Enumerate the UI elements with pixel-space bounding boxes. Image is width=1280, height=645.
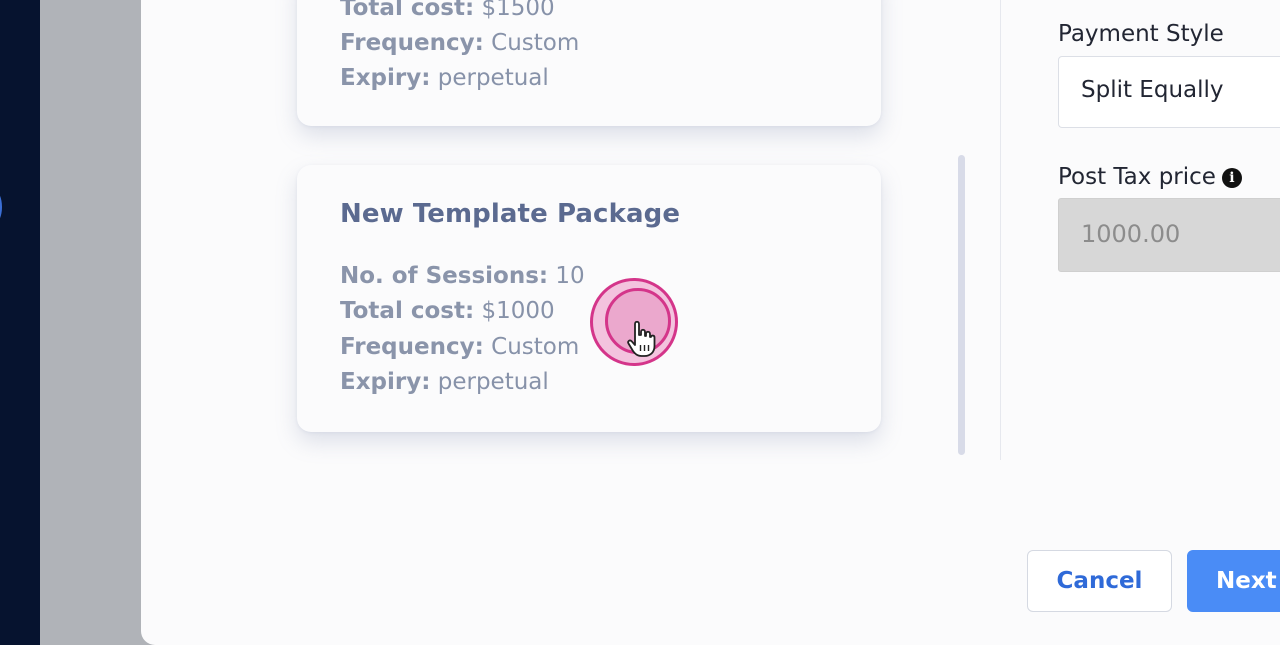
payment-style-select[interactable]: Split Equally — [1058, 56, 1280, 128]
package-card[interactable]: Total cost: $1500 Frequency: Custom Expi… — [297, 0, 881, 126]
post-tax-price-input: 1000.00 — [1058, 198, 1280, 272]
app-sidebar — [0, 0, 40, 645]
payment-style-label: Payment Style — [1058, 21, 1224, 47]
post-tax-price-value: 1000.00 — [1081, 220, 1181, 248]
package-frequency: Frequency: Custom — [340, 30, 580, 56]
column-divider — [1000, 0, 1001, 460]
next-button[interactable]: Next — [1187, 550, 1280, 612]
post-tax-price-label: Post Tax price i — [1058, 164, 1242, 190]
package-expiry: Expiry: perpetual — [340, 369, 549, 395]
package-list-scrollbar[interactable] — [958, 155, 965, 455]
package-total-cost: Total cost: $1500 — [340, 0, 555, 21]
package-expiry: Expiry: perpetual — [340, 65, 549, 91]
package-card-new-template[interactable]: New Template Package No. of Sessions: 10… — [297, 165, 881, 432]
package-total-cost: Total cost: $1000 — [340, 298, 555, 324]
cancel-button[interactable]: Cancel — [1027, 550, 1172, 612]
package-frequency: Frequency: Custom — [340, 334, 580, 360]
sidebar-nav-indicator[interactable] — [0, 190, 2, 224]
hand-pointer-icon — [627, 320, 656, 357]
package-sessions: No. of Sessions: 10 — [340, 263, 585, 289]
info-icon[interactable]: i — [1221, 168, 1242, 188]
payment-style-value: Split Equally — [1081, 77, 1224, 103]
app-screen: Total cost: $1500 Frequency: Custom Expi… — [0, 0, 1280, 645]
package-title: New Template Package — [340, 199, 681, 229]
